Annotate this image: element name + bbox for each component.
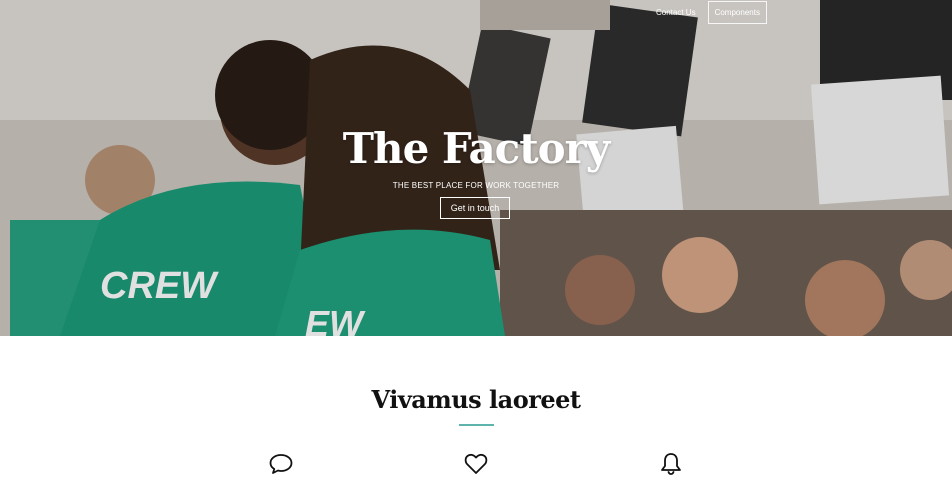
hero-subtitle: THE BEST PLACE FOR WORK TOGETHER <box>392 181 560 190</box>
hero-banner: CREW EW Contact Us Components The Factor… <box>0 0 952 336</box>
hero-title: The Factory <box>342 124 610 173</box>
chat-bubble-icon <box>268 451 294 477</box>
nav-components-button[interactable]: Components <box>707 1 767 24</box>
section-title: Vivamus laoreet <box>371 385 581 414</box>
get-in-touch-button[interactable]: Get in touch <box>440 197 510 219</box>
section-divider <box>459 424 494 426</box>
nav-contact-link[interactable]: Contact Us <box>650 3 702 22</box>
top-navigation: Contact Us Components <box>650 1 767 24</box>
heart-icon <box>463 451 489 477</box>
bell-icon <box>658 451 684 477</box>
